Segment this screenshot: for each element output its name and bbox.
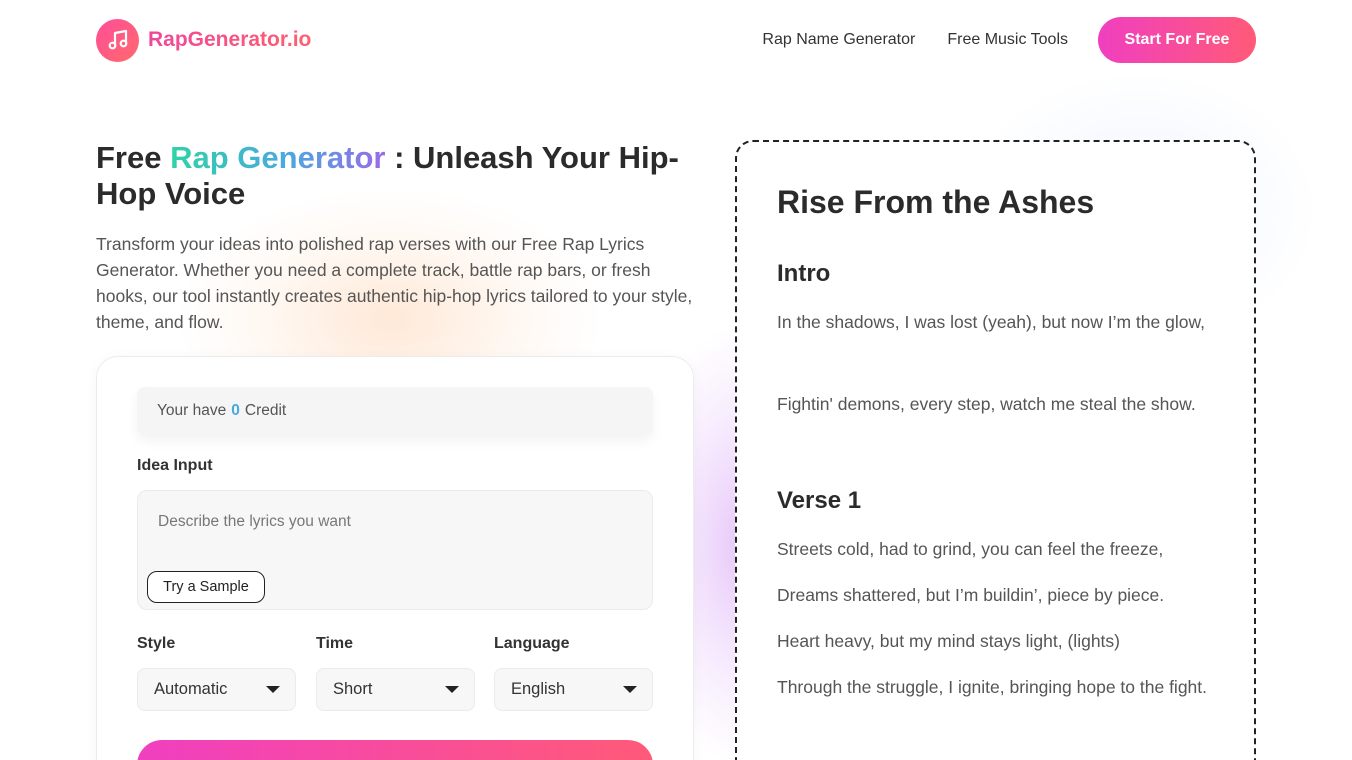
- chevron-down-icon: [623, 686, 637, 693]
- idea-input-field[interactable]: Describe the lyrics you want Try a Sampl…: [137, 490, 653, 610]
- language-label: Language: [494, 635, 570, 652]
- style-label: Style: [137, 635, 176, 652]
- title-highlight: Rap Generator: [170, 140, 386, 175]
- generator-form-card: Your have 0 Credit Idea Input Describe t…: [96, 356, 694, 760]
- style-select[interactable]: Automatic: [137, 668, 296, 711]
- lyric-line: Dreams shattered, but I’m buildin’, piec…: [777, 585, 1165, 605]
- site-header: RapGenerator.io Rap Name Generator Free …: [96, 17, 1256, 63]
- try-sample-button[interactable]: Try a Sample: [147, 571, 265, 603]
- lyrics-preview-panel: Rise From the Ashes Intro In the shadows…: [735, 140, 1256, 760]
- section-heading-verse-1: Verse 1: [777, 487, 862, 514]
- title-prefix: Free: [96, 140, 171, 175]
- main-nav: Rap Name Generator Free Music Tools Star…: [730, 17, 1256, 63]
- idea-input-placeholder: Describe the lyrics you want: [158, 513, 351, 530]
- language-select[interactable]: English: [494, 668, 653, 711]
- credit-count: 0: [231, 402, 240, 419]
- song-title: Rise From the Ashes: [777, 184, 1095, 220]
- time-label: Time: [316, 635, 354, 652]
- hero-description: Transform your ideas into polished rap v…: [96, 234, 693, 332]
- time-select[interactable]: Short: [316, 668, 475, 711]
- lyric-line: Streets cold, had to grind, you can feel…: [777, 539, 1164, 559]
- time-select-value: Short: [333, 680, 373, 698]
- nav-link-free-music-tools[interactable]: Free Music Tools: [947, 31, 1068, 49]
- lyric-line: Fightin' demons, every step, watch me st…: [777, 394, 1196, 414]
- section-heading-intro: Intro: [777, 260, 831, 287]
- credit-banner: Your have 0 Credit: [137, 387, 653, 435]
- chevron-down-icon: [266, 686, 280, 693]
- music-note-icon: [96, 18, 139, 62]
- chevron-down-icon: [445, 686, 459, 693]
- language-select-value: English: [511, 680, 566, 698]
- start-for-free-button[interactable]: Start For Free: [1098, 17, 1256, 63]
- page-title: Free Rap Generator : Unleash Your Hip-Ho…: [96, 140, 696, 212]
- lyric-line: In the shadows, I was lost (yeah), but n…: [777, 312, 1205, 332]
- credit-prefix: Your have: [157, 402, 227, 419]
- lyric-line: Heart heavy, but my mind stays light, (l…: [777, 631, 1120, 651]
- nav-link-rap-name-generator[interactable]: Rap Name Generator: [762, 31, 915, 49]
- lyric-line: Through the struggle, I ignite, bringing…: [777, 677, 1208, 697]
- credit-suffix: Credit: [244, 402, 287, 419]
- style-select-value: Automatic: [154, 680, 228, 698]
- logo-text: RapGenerator.io: [148, 28, 312, 51]
- logo[interactable]: RapGenerator.io: [96, 18, 312, 62]
- idea-input-label: Idea Input: [137, 457, 213, 474]
- generate-button[interactable]: [137, 740, 653, 760]
